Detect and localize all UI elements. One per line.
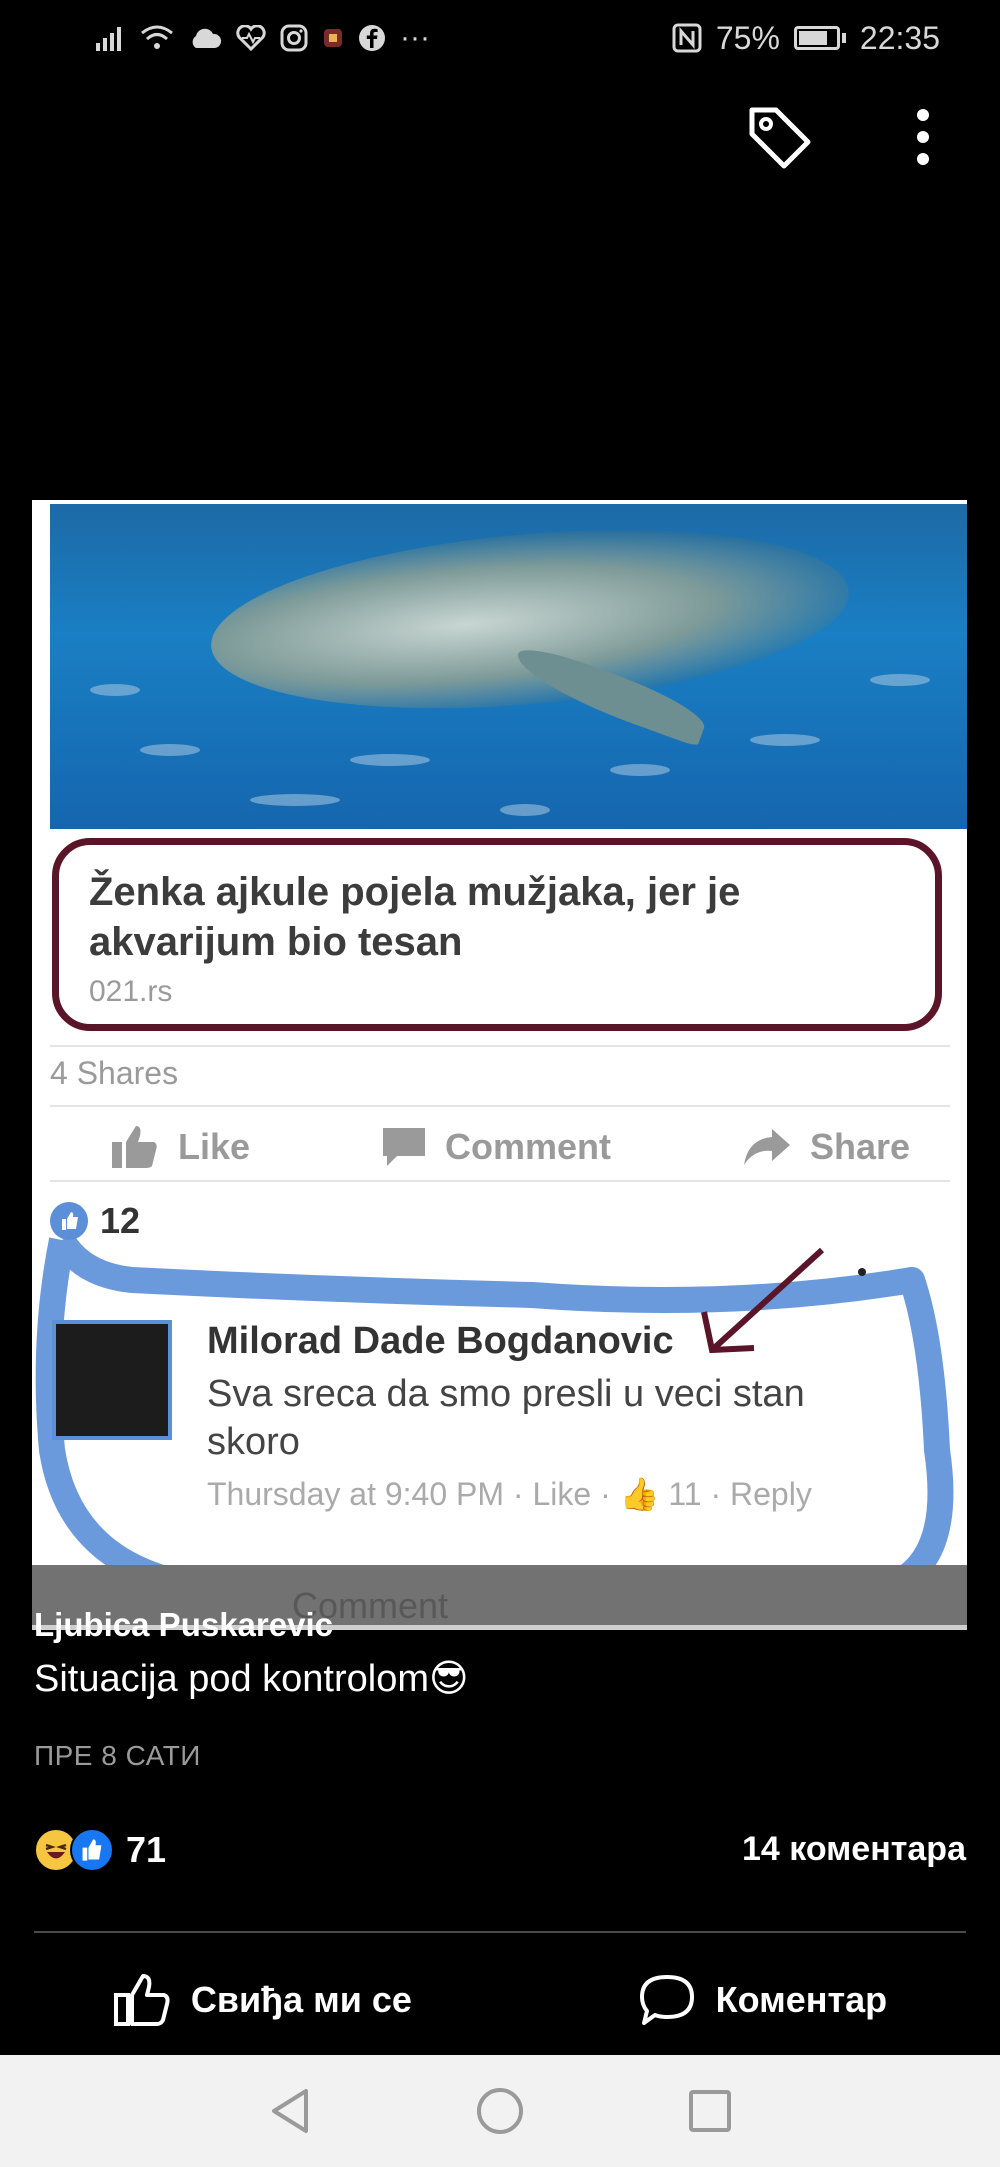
like-reaction-icon <box>70 1828 114 1872</box>
comments-count[interactable]: 14 коментара <box>742 1830 966 1869</box>
system-nav-bar <box>0 2055 1000 2167</box>
divider <box>34 1931 966 1933</box>
shared-like-label: Like <box>178 1126 251 1167</box>
tag-button[interactable] <box>742 100 816 174</box>
comment-button-label: Коментар <box>715 1979 888 2020</box>
fish-shape <box>140 744 200 756</box>
status-left-icons: ··· <box>96 23 430 53</box>
shared-share-action: Share <box>742 1126 910 1168</box>
divider <box>50 1105 950 1107</box>
comment-meta: Thursday at 9:40 PM · Like · 👍 11 · Repl… <box>207 1476 812 1512</box>
fish-shape <box>610 764 670 776</box>
post-toolbar <box>742 100 960 174</box>
post-time: ПРЕ 8 САТИ <box>34 1740 201 1771</box>
thumb-up-outline-icon <box>113 1974 170 2026</box>
home-circle-icon <box>477 2088 523 2134</box>
fish-shape <box>90 684 140 696</box>
thumb-up-icon <box>112 1126 157 1168</box>
comment-author: Milorad Dade Bogdanovic <box>207 1320 674 1362</box>
headline-box: Ženka ajkule pojela mužjaka, jer je akva… <box>52 838 942 1031</box>
facebook-icon <box>359 25 385 51</box>
post-caption: Situacija pod kontrolom😎 <box>34 1658 469 1700</box>
post-author[interactable]: Ljubica Puskarevic <box>34 1606 333 1644</box>
clock: 22:35 <box>859 19 940 56</box>
comment-bubble-icon <box>382 1128 425 1166</box>
shared-like-action: Like <box>110 1124 250 1170</box>
back-triangle-icon <box>272 2089 308 2133</box>
shared-comment-action: Comment <box>381 1126 611 1168</box>
battery-percent: 75% <box>715 19 780 56</box>
home-button[interactable] <box>470 2081 530 2141</box>
divider <box>50 1180 950 1182</box>
fish-shape <box>500 804 550 816</box>
like-button-label: Свиђа ми се <box>190 1979 412 2020</box>
fish-shape <box>250 794 340 806</box>
post-image[interactable]: Ženka ajkule pojela mužjaka, jer je akva… <box>32 500 967 1630</box>
recents-square-icon <box>689 2090 731 2132</box>
status-right: 75% 22:35 <box>672 20 940 57</box>
more-options-button[interactable] <box>886 100 960 174</box>
back-button[interactable] <box>260 2081 320 2141</box>
comment-text: Sva sreca da smo presli u veci stan skor… <box>207 1373 805 1463</box>
fish-shape <box>350 754 430 766</box>
post-actions: Свиђа ми се Коментар <box>0 1960 1000 2040</box>
comment-button[interactable]: Коментар <box>638 1973 888 2027</box>
headline-title: Ženka ajkule pojela mužjaka, jer je akva… <box>89 870 741 964</box>
status-bar: ··· 75% 22:35 <box>0 0 1000 76</box>
more-vert-icon <box>917 109 929 165</box>
more-notifications-icon: ··· <box>400 21 430 54</box>
comment-outline-icon <box>639 1975 694 2025</box>
nfc-icon <box>672 23 702 53</box>
wifi-icon <box>141 25 173 49</box>
like-button[interactable]: Свиђа ми се <box>113 1973 412 2027</box>
reactions-count: 71 <box>126 1829 167 1870</box>
instagram-icon <box>280 24 308 52</box>
health-icon <box>236 25 266 51</box>
shared-actions: Like Comment Share <box>50 1112 950 1182</box>
battery-icon <box>793 26 846 50</box>
avatar <box>52 1320 172 1440</box>
fish-shape <box>750 734 820 746</box>
shared-comment: Milorad Dade Bogdanovic Sva sreca da smo… <box>52 1320 952 1520</box>
shares-count: 4 Shares <box>50 1055 179 1091</box>
shark-photo <box>50 504 967 829</box>
headline-domain: 021.rs <box>89 975 173 1008</box>
shared-share-label: Share <box>809 1126 910 1167</box>
divider <box>50 1045 950 1047</box>
shark-shape <box>203 506 857 732</box>
cloud-icon <box>192 28 222 48</box>
fish-shape <box>870 674 930 686</box>
app-icon <box>324 29 342 47</box>
shared-comment-label: Comment <box>444 1126 611 1167</box>
signal-icon <box>96 27 121 51</box>
share-arrow-icon <box>743 1129 790 1165</box>
recents-button[interactable] <box>680 2081 740 2141</box>
tag-icon <box>749 107 811 169</box>
reactions-summary[interactable]: 71 <box>34 1828 166 1872</box>
